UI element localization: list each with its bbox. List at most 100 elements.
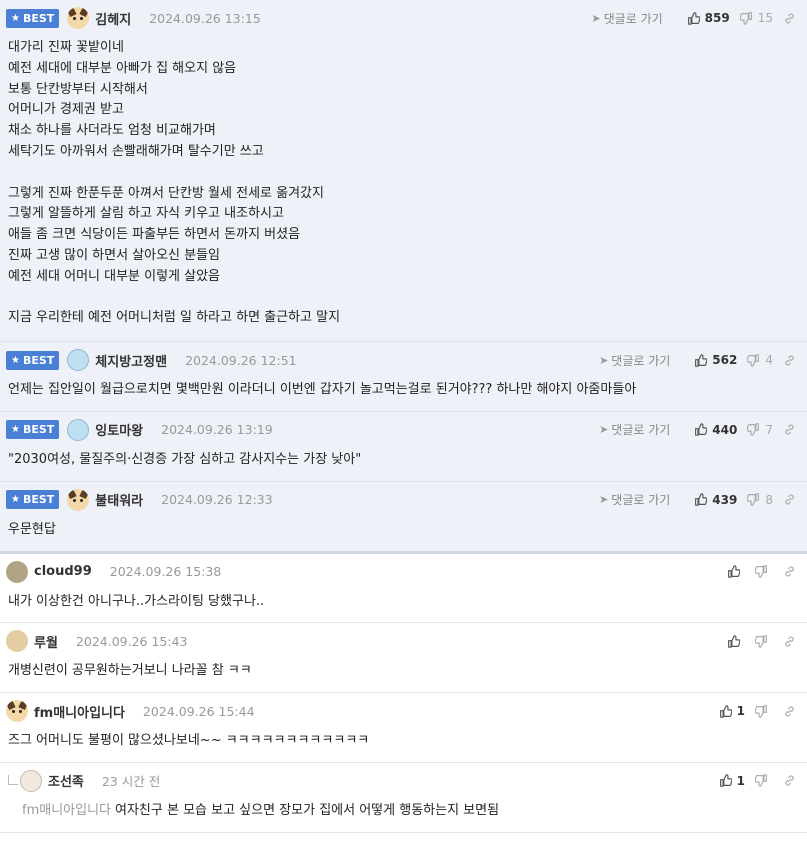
copy-link-button[interactable] [783, 12, 801, 25]
avatar[interactable] [6, 700, 28, 723]
copy-link-button[interactable] [783, 774, 801, 787]
copy-link-button[interactable] [783, 493, 801, 506]
comment-actions: ➤ 댓글로 가기 562 4 [599, 342, 801, 378]
author-nickname[interactable]: 김헤지 [95, 9, 131, 28]
avatar[interactable] [6, 630, 28, 653]
avatar[interactable] [67, 488, 90, 511]
upvote-count: 562 [712, 353, 738, 368]
avatar[interactable] [6, 560, 28, 583]
best-comment: ★ BEST 불태워라 2024.09.26 12:33 ➤ 댓글로 가기 439 8 우문현답 [0, 481, 807, 554]
thumbs-up-icon [694, 493, 712, 507]
comment-date: 2024.09.26 15:43 [75, 633, 188, 649]
downvote-button[interactable] [755, 635, 773, 648]
link-icon [783, 423, 801, 436]
best-badge: ★ BEST [6, 420, 60, 440]
comment-text: 개병신련이 공무원하는거보니 나라꼴 참 ㅋㅋ [8, 663, 252, 679]
upvote-button[interactable] [727, 635, 745, 648]
link-icon [783, 635, 801, 648]
thumbs-down-icon [739, 11, 758, 25]
comment-text: "2030여성, 물질주의·신경증 가장 심하고 감사지수는 가장 낮아" [8, 451, 362, 467]
author-nickname[interactable]: 불태워라 [95, 490, 143, 509]
author-nickname[interactable]: 체지방고정맨 [95, 351, 167, 370]
best-label: BEST [22, 423, 55, 437]
upvote-button[interactable] [727, 565, 745, 578]
upvote-button[interactable]: 859 [687, 11, 730, 25]
best-label: BEST [22, 11, 55, 25]
copy-link-button[interactable] [783, 635, 801, 648]
comment-header: cloud99 2024.09.26 15:38 [6, 554, 801, 590]
upvote-button[interactable]: 1 [719, 704, 745, 718]
avatar[interactable] [67, 418, 90, 441]
best-comment: ★ BEST 김헤지 2024.09.26 13:15 ➤ 댓글로 가기 859 15 대가리 … [0, 0, 807, 343]
upvote-count: 1 [736, 773, 745, 788]
downvote-button[interactable] [755, 565, 773, 578]
thumbs-down-icon [755, 774, 773, 788]
thumbs-up-icon [719, 704, 737, 718]
comment-text: 대가리 진짜 꽃밭이네 예전 세대에 대부분 아빠가 집 해오지 않음 보통 단… [8, 40, 341, 326]
best-badge: ★ BEST [6, 490, 60, 510]
goto-reply-link[interactable]: ➤ 댓글로 가기 [599, 421, 670, 438]
link-icon [783, 12, 801, 25]
upvote-count: 440 [712, 422, 738, 437]
author-nickname[interactable]: 잉토마왕 [95, 420, 143, 439]
downvote-button[interactable] [755, 774, 773, 788]
upvote-button[interactable]: 440 [694, 423, 737, 437]
comment-actions [717, 623, 801, 659]
copy-link-button[interactable] [783, 423, 801, 436]
thumbs-down-icon [747, 423, 765, 437]
downvote-button[interactable] [755, 704, 773, 718]
author-nickname[interactable]: fm매니아입니다 [34, 702, 125, 721]
link-icon [783, 354, 801, 367]
comment-body: 언제는 집안일이 월급으로치면 몇백만원 이라더니 이번엔 갑자기 놀고먹는걸로… [6, 378, 801, 411]
goto-reply-link[interactable]: ➤ 댓글로 가기 [591, 10, 662, 27]
goto-reply-link[interactable]: ➤ 댓글로 가기 [599, 491, 670, 508]
avatar[interactable] [67, 7, 90, 29]
comment-text: 즈그 어머니도 불평이 많으셨나보네~~ ㅋㅋㅋㅋㅋㅋㅋㅋㅋㅋㅋㅋ [8, 733, 370, 749]
avatar[interactable] [20, 769, 42, 792]
reply-mention[interactable]: fm매니아입니다 [22, 803, 111, 818]
thumbs-down-icon [755, 635, 773, 648]
goto-reply-label: 댓글로 가기 [611, 493, 671, 508]
comment-actions: 1 [709, 693, 801, 729]
goto-reply-label: 댓글로 가기 [603, 11, 663, 26]
comment: fm매니아입니다 2024.09.26 15:44 1 즈그 어머니도 불평이 많으셨… [0, 693, 807, 763]
comment-body: 대가리 진짜 꽃밭이네 예전 세대에 대부분 아빠가 집 해오지 않음 보통 단… [6, 36, 801, 341]
thumbs-down-icon [755, 704, 773, 718]
comment-date: 2024.09.26 12:51 [185, 352, 297, 368]
thumbs-up-icon [727, 565, 745, 578]
comment-date: 2024.09.26 13:15 [149, 10, 261, 26]
thumbs-up-icon [727, 635, 745, 648]
avatar[interactable] [67, 349, 90, 372]
downvote-button[interactable]: 4 [747, 353, 773, 367]
comment-list: ★ BEST 김헤지 2024.09.26 13:15 ➤ 댓글로 가기 859 15 대가리 … [0, 0, 807, 833]
goto-reply-label: 댓글로 가기 [611, 353, 671, 368]
comment-actions: ➤ 댓글로 가기 439 8 [599, 482, 801, 518]
copy-link-button[interactable] [783, 565, 801, 578]
author-nickname[interactable]: cloud99 [34, 564, 92, 579]
thumbs-down-icon [755, 565, 773, 578]
comment-text: 언제는 집안일이 월급으로치면 몇백만원 이라더니 이번엔 갑자기 놀고먹는걸로… [8, 382, 637, 398]
comment-body: 우문현답 [6, 518, 801, 551]
comment-text: 여자친구 본 모습 보고 싶으면 장모가 집에서 어떻게 행동하는지 보면됨 [115, 802, 500, 818]
thumbs-down-icon [747, 353, 765, 367]
best-label: BEST [22, 353, 55, 367]
copy-link-button[interactable] [783, 705, 801, 718]
downvote-button[interactable]: 15 [739, 11, 773, 25]
upvote-button[interactable]: 1 [719, 774, 745, 788]
downvote-count: 8 [765, 492, 773, 507]
downvote-count: 15 [757, 11, 773, 25]
downvote-button[interactable]: 8 [747, 493, 773, 507]
link-icon [783, 565, 801, 578]
author-nickname[interactable]: 루월 [34, 632, 58, 651]
downvote-button[interactable]: 7 [747, 423, 773, 437]
author-nickname[interactable]: 조선족 [48, 771, 84, 790]
reply-comment: 조선족 23 시간 전 1 fm매니아입니다 여자친구 본 모습 보고 싶으면 장모가 … [0, 763, 807, 833]
upvote-button[interactable]: 439 [694, 493, 737, 507]
star-icon: ★ [11, 12, 20, 24]
comment-body: 즈그 어머니도 불평이 많으셨나보네~~ ㅋㅋㅋㅋㅋㅋㅋㅋㅋㅋㅋㅋ [6, 729, 801, 762]
upvote-button[interactable]: 562 [694, 353, 737, 367]
copy-link-button[interactable] [783, 354, 801, 367]
goto-reply-link[interactable]: ➤ 댓글로 가기 [599, 352, 670, 369]
goto-reply-label: 댓글로 가기 [611, 423, 671, 438]
star-icon: ★ [11, 354, 20, 366]
